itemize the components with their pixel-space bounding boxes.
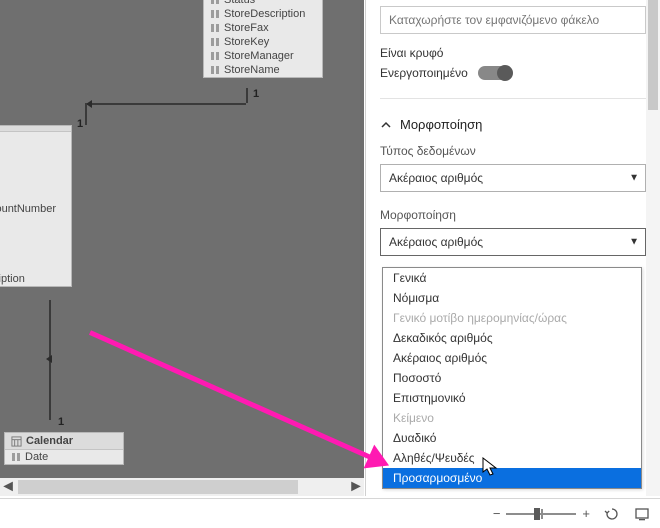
scroll-left-button[interactable]: ◄ [0,480,16,494]
zoom-slider[interactable]: − + [493,506,590,521]
diagram-table-calendar[interactable]: Calendar Date [4,432,124,465]
enabled-label: Ενεργοποιημένο [380,66,468,80]
table-field[interactable]: r [0,160,71,174]
panel-vertical-scrollbar[interactable] [646,0,660,496]
format-select[interactable]: Ακέραιος αριθμός ▼ [380,228,646,256]
cursor-icon [482,457,500,482]
column-icon [210,9,220,19]
data-type-label: Τύπος δεδομένων [380,144,646,158]
table-header[interactable]: Calendar [5,433,123,450]
format-option: Κείμενο [383,408,641,428]
select-value: Ακέραιος αριθμός [389,171,483,185]
format-option[interactable]: Νόμισμα [383,288,641,308]
zoom-handle[interactable] [534,508,540,520]
field-label: StoreName [224,64,280,76]
table-field[interactable]: StoreFax [204,21,322,35]
table-field[interactable]: StoreKey [204,35,322,49]
field-label: StoreManager [224,50,294,62]
data-type-select[interactable]: Ακέραιος αριθμός ▼ [380,164,646,192]
table-field[interactable]: egory [0,146,71,160]
format-option[interactable]: Προσαρμοσμένο [383,468,641,488]
format-option[interactable]: Αληθές/Ψευδές [383,448,641,468]
diagram-table-store[interactable]: Status StoreDescription StoreFax StoreKe… [203,0,323,78]
table-icon [11,436,22,447]
column-icon [210,0,220,5]
table-field[interactable]: tomerAccountNumber [0,202,71,216]
relationship-arrow-icon [42,352,56,371]
table-field[interactable]: d Name [0,132,71,146]
reset-zoom-button[interactable] [604,506,620,522]
table-field[interactable]: StoreDescription [204,7,322,21]
cardinality-one: 1 [58,416,64,428]
format-option[interactable]: Δεκαδικός αριθμός [383,328,641,348]
format-dropdown-list[interactable]: ΓενικάΝόμισμαΓενικό μοτίβο ημερομηνίας/ώ… [382,267,642,489]
diagram-table-product[interactable]: d Name egory r ption intry tomerAccountN… [0,125,72,287]
zoom-track[interactable] [506,513,576,515]
table-field[interactable]: Date [5,450,123,464]
field-label: Date [25,451,48,463]
section-title: Μορφοποίηση [400,117,482,132]
format-option[interactable]: Ποσοστό [383,368,641,388]
field-label: Status [224,0,255,6]
toggle-knob [497,65,513,81]
column-icon [11,452,21,462]
fit-to-screen-button[interactable] [634,506,650,522]
table-field[interactable]: StoreName [204,63,322,77]
format-option[interactable]: Ακέραιος αριθμός [383,348,641,368]
field-label: StoreKey [224,36,269,48]
format-option[interactable]: Γενικά [383,268,641,288]
table-field[interactable]: ilD [0,244,71,258]
hidden-toggle[interactable]: Ενεργοποιημένο [380,66,646,80]
table-field[interactable]: T [0,258,71,272]
table-title: Calendar [26,435,73,447]
column-icon [210,51,220,61]
table-field[interactable]: ufacturer [0,216,71,230]
caret-down-icon: ▼ [629,173,639,184]
column-icon [210,23,220,33]
select-value: Ακέραιος αριθμός [389,235,483,249]
scroll-right-button[interactable]: ► [348,480,364,494]
scroll-thumb[interactable] [18,480,298,494]
zoom-minus-icon[interactable]: − [493,506,501,521]
table-field[interactable]: erDate [0,230,71,244]
column-icon [210,65,220,75]
relationship-line[interactable] [246,88,248,103]
status-bar: − + [0,498,660,528]
field-label: tomerAccountNumber [0,203,56,215]
cardinality-one: 1 [253,88,259,100]
field-label: StoreDescription [224,8,305,20]
hidden-label: Είναι κρυφό [380,46,646,60]
cardinality-one: 1 [77,118,83,130]
formatting-section-header[interactable]: Μορφοποίηση [380,117,646,132]
caret-down-icon: ▼ [629,237,639,248]
table-field[interactable]: StoreManager [204,49,322,63]
zoom-plus-icon[interactable]: + [582,506,590,521]
toggle-track[interactable] [478,66,512,80]
relationship-line[interactable] [85,103,87,125]
chevron-up-icon [380,119,392,131]
format-option[interactable]: Δυαδικό [383,428,641,448]
column-icon [210,37,220,47]
table-field[interactable]: ductDescription [0,272,71,286]
field-label: ductDescription [0,273,25,285]
scroll-thumb[interactable] [648,0,658,110]
zoom-center-tick [541,509,543,519]
format-label: Μορφοποίηση [380,208,646,222]
display-folder-input[interactable] [380,6,646,34]
format-option: Γενικό μοτίβο ημερομηνίας/ώρας [383,308,641,328]
model-diagram-canvas[interactable]: Status StoreDescription StoreFax StoreKe… [0,0,364,478]
relationship-line[interactable] [85,103,246,105]
table-field[interactable]: ption [0,174,71,188]
field-label: StoreFax [224,22,269,34]
format-option[interactable]: Επιστημονικό [383,388,641,408]
canvas-horizontal-scrollbar[interactable]: ◄ ► [0,478,364,496]
table-field[interactable]: Status [204,0,322,7]
table-field[interactable]: intry [0,188,71,202]
